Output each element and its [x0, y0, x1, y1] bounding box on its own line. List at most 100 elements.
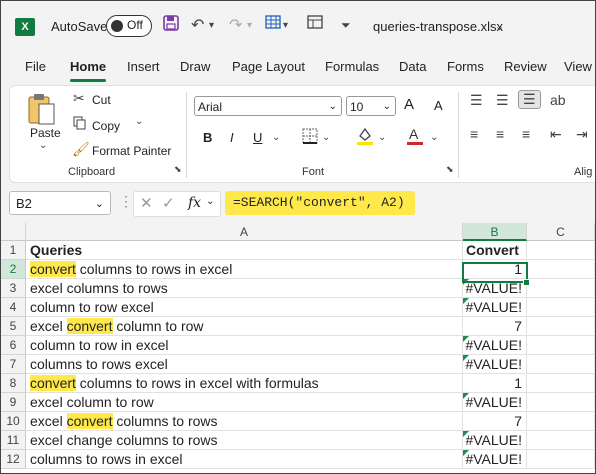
font-name-box[interactable]: Arial ⌄ [194, 96, 342, 116]
formula-input[interactable]: =SEARCH("convert", A2) [225, 191, 415, 215]
font-color-chevron-icon[interactable]: ⌄ [430, 132, 438, 143]
cell-a[interactable]: excel convert column to row [26, 317, 463, 336]
cell-b[interactable]: 1 [463, 374, 527, 393]
cell-c[interactable] [527, 393, 595, 412]
row-header[interactable]: 11 [1, 431, 26, 450]
align-bottom-icon[interactable]: ☰ [518, 90, 541, 109]
borders-chevron-icon[interactable]: ⌄ [322, 132, 330, 143]
cut-button[interactable]: Cut [92, 93, 111, 107]
orientation-icon[interactable]: ab [550, 92, 566, 108]
cell-b[interactable]: 7 [463, 317, 527, 336]
tab-insert[interactable]: Insert [127, 59, 160, 74]
cell-c[interactable] [527, 279, 595, 298]
tab-formulas[interactable]: Formulas [325, 59, 379, 74]
row-header[interactable]: 8 [1, 374, 26, 393]
column-header-a[interactable]: A [26, 223, 463, 241]
paste-label[interactable]: Paste [30, 126, 61, 140]
row-header[interactable]: 9 [1, 393, 26, 412]
table-chevron-icon[interactable]: ▾ [283, 20, 288, 31]
font-size-box[interactable]: 10 ⌄ [346, 96, 396, 116]
paste-chevron-icon[interactable]: ⌄ [39, 140, 47, 151]
cell-a[interactable]: columns to rows excel [26, 355, 463, 374]
shrink-font-button[interactable]: A [434, 98, 443, 113]
column-header-b[interactable]: B [463, 223, 527, 241]
cell-c[interactable] [527, 317, 595, 336]
cell-b[interactable]: #VALUE! [463, 355, 527, 374]
fill-color-chevron-icon[interactable]: ⌄ [378, 132, 386, 143]
cell-b[interactable]: #VALUE! [463, 336, 527, 355]
align-top-icon[interactable]: ☰ [470, 92, 483, 109]
cell-a[interactable]: column to row excel [26, 298, 463, 317]
cell-a[interactable]: columns to rows in excel [26, 450, 463, 469]
format-painter-icon[interactable]: 🖌 [72, 141, 90, 158]
cut-icon[interactable]: ✂ [73, 90, 85, 107]
cell-a[interactable]: excel change columns to rows [26, 431, 463, 450]
cell-c[interactable] [527, 431, 595, 450]
increase-indent-icon[interactable]: ⇥ [576, 126, 588, 143]
underline-chevron-icon[interactable]: ⌄ [272, 132, 280, 143]
tab-view[interactable]: View [564, 59, 592, 74]
align-center-icon[interactable]: ≡ [496, 126, 504, 142]
cell-b[interactable]: Convert [463, 241, 527, 260]
tab-data[interactable]: Data [399, 59, 426, 74]
name-box[interactable]: B2 ⌄ [9, 191, 111, 215]
row-header[interactable]: 6 [1, 336, 26, 355]
cancel-icon[interactable]: ✕ [140, 194, 153, 212]
cell-a[interactable]: excel columns to rows [26, 279, 463, 298]
row-header[interactable]: 4 [1, 298, 26, 317]
row-header[interactable]: 1 [1, 241, 26, 260]
tab-page-layout[interactable]: Page Layout [232, 59, 305, 74]
tab-draw[interactable]: Draw [180, 59, 210, 74]
fill-handle[interactable] [523, 279, 530, 286]
cell-c[interactable] [527, 241, 595, 260]
row-header[interactable]: 3 [1, 279, 26, 298]
tab-file[interactable]: File [25, 59, 46, 74]
cell-c[interactable] [527, 412, 595, 431]
font-color-icon[interactable]: A [406, 126, 424, 149]
fx-chevron-icon[interactable]: ⌄ [206, 196, 214, 207]
insert-function-button[interactable]: fx [188, 195, 201, 211]
cell-a[interactable]: excel column to row [26, 393, 463, 412]
align-middle-icon[interactable]: ☰ [496, 92, 509, 109]
font-size-chevron-icon[interactable]: ⌄ [383, 97, 391, 117]
cell-b[interactable]: #VALUE! [463, 450, 527, 469]
row-header[interactable]: 5 [1, 317, 26, 336]
name-box-chevron-icon[interactable]: ⌄ [95, 192, 104, 216]
bold-button[interactable]: B [203, 130, 212, 145]
decrease-indent-icon[interactable]: ⇤ [550, 126, 562, 143]
save-icon[interactable] [163, 15, 179, 36]
cell-b[interactable]: 7 [463, 412, 527, 431]
undo-chevron-icon[interactable]: ▾ [209, 20, 214, 31]
cell-a[interactable]: convert columns to rows in excel [26, 260, 463, 279]
cell-c[interactable] [527, 260, 595, 279]
cell-b[interactable]: #VALUE! [463, 298, 527, 317]
underline-button[interactable]: U [253, 130, 262, 145]
cell-a[interactable]: excel convert columns to rows [26, 412, 463, 431]
align-right-icon[interactable]: ≡ [522, 126, 530, 142]
table-icon[interactable] [265, 15, 281, 34]
row-header[interactable]: 12 [1, 450, 26, 469]
cell-c[interactable] [527, 355, 595, 374]
format-painter-button[interactable]: Format Painter [92, 144, 171, 158]
tab-review[interactable]: Review [504, 59, 547, 74]
customize-icon[interactable]: ⏷ [341, 18, 351, 33]
tab-forms[interactable]: Forms [447, 59, 484, 74]
more-options-icon[interactable]: ⋮ [119, 193, 133, 210]
row-header[interactable]: 7 [1, 355, 26, 374]
column-header-c[interactable]: C [527, 223, 595, 241]
italic-button[interactable]: I [230, 130, 234, 145]
copy-button[interactable]: Copy [92, 119, 120, 133]
cell-c[interactable] [527, 298, 595, 317]
redo-chevron-icon[interactable]: ▾ [247, 20, 252, 31]
borders-icon[interactable] [302, 128, 318, 147]
cell-a[interactable]: convert columns to rows in excel with fo… [26, 374, 463, 393]
cell-a[interactable]: column to row in excel [26, 336, 463, 355]
chevron-down-icon[interactable]: ⌄ [495, 20, 504, 33]
clipboard-launcher-icon[interactable]: ⬊ [174, 164, 182, 175]
select-all-corner[interactable] [1, 223, 26, 241]
undo-icon[interactable]: ↶ [191, 15, 204, 35]
cell-b[interactable]: #VALUE! [463, 393, 527, 412]
font-launcher-icon[interactable]: ⬊ [446, 164, 454, 175]
cell-c[interactable] [527, 450, 595, 469]
cell-c[interactable] [527, 336, 595, 355]
